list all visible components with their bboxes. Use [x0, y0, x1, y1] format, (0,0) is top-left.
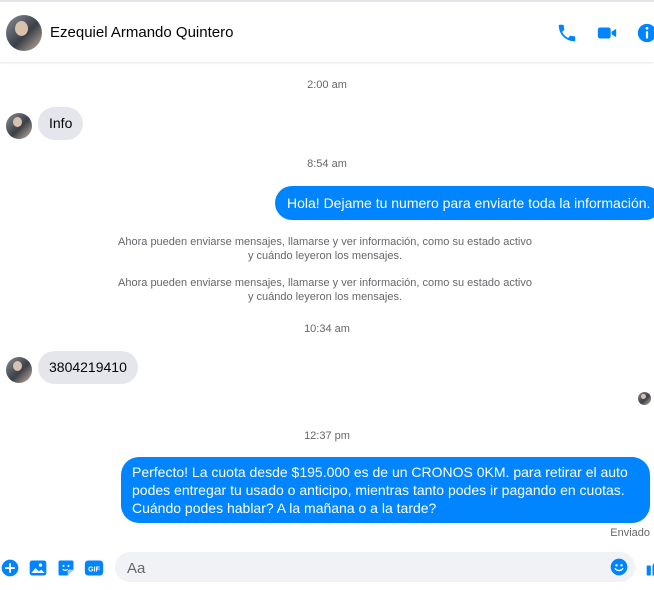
outgoing-message[interactable]: Perfecto! La cuota desde $195.000 es de … — [121, 457, 650, 523]
timestamp: 8:54 am — [307, 158, 347, 170]
system-notice-line: Ahora pueden enviarse mensajes, llamarse… — [118, 236, 532, 248]
seen-indicator-avatar — [638, 392, 651, 405]
system-notice: Ahora pueden enviarse mensajes, llamarse… — [90, 235, 560, 263]
timestamp: 2:00 am — [307, 79, 347, 91]
system-notice-line: y cuándo leyeron los mensajes. — [247, 291, 403, 303]
system-notice-line: y cuándo leyeron los mensajes. — [247, 250, 403, 262]
chat-header: Ezequiel Armando Quintero — [0, 0, 654, 62]
incoming-message[interactable]: 3804219410 — [38, 351, 138, 384]
system-notice-line: Ahora pueden enviarse mensajes, llamarse… — [118, 277, 532, 289]
gif-icon[interactable]: GIF — [84, 558, 104, 578]
incoming-message[interactable]: Info — [38, 107, 84, 140]
contact-name[interactable]: Ezequiel Armando Quintero — [50, 24, 233, 41]
outgoing-message[interactable]: Hola! Dejame tu numero para enviarte tod… — [275, 186, 654, 220]
system-notice: Ahora pueden enviarse mensajes, llamarse… — [90, 276, 560, 304]
sticker-icon[interactable] — [56, 558, 76, 578]
emoji-icon[interactable] — [609, 557, 629, 577]
add-icon[interactable] — [0, 558, 20, 578]
phone-icon[interactable] — [556, 22, 578, 44]
message-composer: GIF — [0, 548, 654, 590]
message-input-container — [115, 552, 635, 582]
message-input[interactable] — [125, 557, 599, 579]
sender-avatar[interactable] — [6, 113, 32, 139]
info-icon[interactable] — [636, 22, 654, 44]
image-icon[interactable] — [28, 558, 48, 578]
like-icon[interactable] — [645, 558, 654, 578]
sender-avatar[interactable] — [6, 357, 32, 383]
video-icon[interactable] — [596, 22, 618, 44]
delivery-status: Enviado — [610, 527, 650, 539]
timestamp: 10:34 am — [304, 323, 350, 335]
gif-icon-label: GIF — [88, 565, 100, 573]
timestamp: 12:37 pm — [304, 430, 350, 442]
contact-avatar[interactable] — [6, 15, 42, 51]
